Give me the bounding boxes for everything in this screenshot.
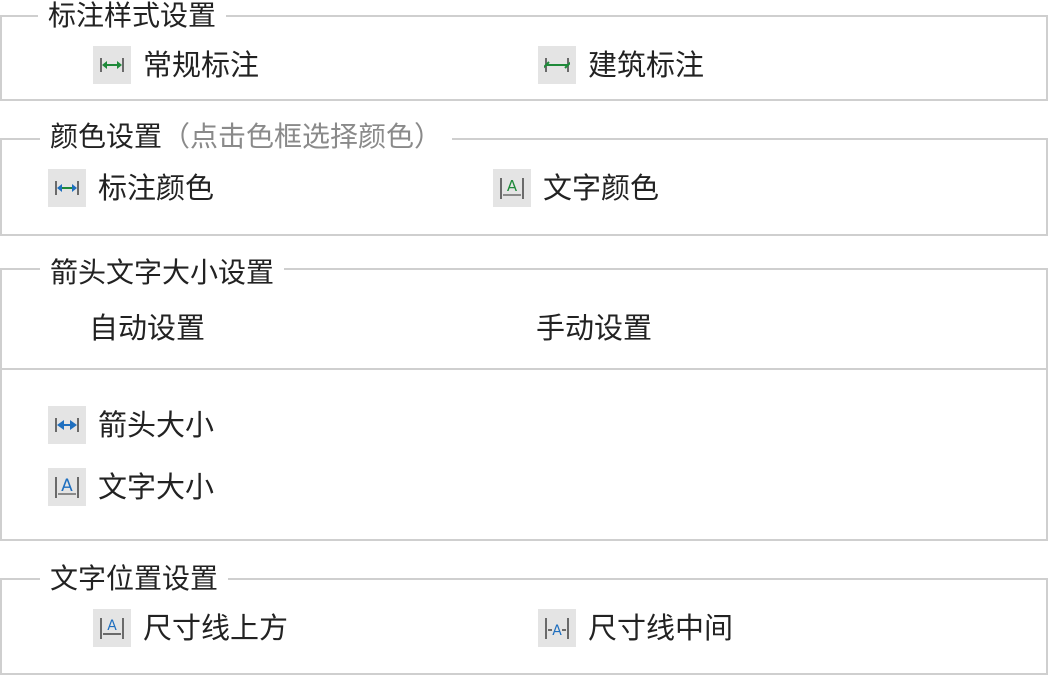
regular-dimension-label: 常规标注 <box>143 48 260 82</box>
text-middle-line-icon: A <box>538 609 576 647</box>
size-divider <box>0 368 1046 370</box>
text-size-icon: A <box>48 468 86 506</box>
svg-text:A: A <box>552 623 562 639</box>
dimension-color-option[interactable]: 标注颜色 <box>48 168 214 208</box>
text-position-title: 文字位置设置 <box>40 563 229 595</box>
arrow-size-option[interactable]: 箭头大小 <box>48 405 214 445</box>
text-above-line-label: 尺寸线上方 <box>143 611 289 645</box>
regular-dimension-icon <box>93 46 131 84</box>
manual-setting-option[interactable]: 手动设置 <box>536 309 652 347</box>
svg-text:A: A <box>507 177 518 195</box>
text-color-option[interactable]: A 文字颜色 <box>493 168 659 208</box>
color-title: 颜色设置（点击色框选择颜色） <box>40 120 453 153</box>
color-hint: （点击色框选择颜色） <box>162 120 443 153</box>
dimension-style-title: 标注样式设置 <box>38 0 227 32</box>
text-middle-line-option[interactable]: A 尺寸线中间 <box>538 608 733 648</box>
regular-dimension-option[interactable]: 常规标注 <box>93 45 259 85</box>
text-middle-line-label: 尺寸线中间 <box>588 611 734 645</box>
dimension-color-icon[interactable] <box>48 169 86 207</box>
text-above-line-option[interactable]: A 尺寸线上方 <box>93 608 288 648</box>
architectural-dimension-option[interactable]: 建筑标注 <box>538 45 704 85</box>
arrow-size-label: 箭头大小 <box>98 408 215 442</box>
text-size-label: 文字大小 <box>98 470 215 504</box>
dimension-color-label: 标注颜色 <box>98 171 215 205</box>
svg-text:A: A <box>61 476 73 496</box>
architectural-dimension-icon <box>538 46 576 84</box>
size-title: 箭头文字大小设置 <box>40 257 285 289</box>
arrow-size-icon <box>48 406 86 444</box>
text-color-icon[interactable]: A <box>493 169 531 207</box>
text-size-option[interactable]: A 文字大小 <box>48 467 214 507</box>
architectural-dimension-label: 建筑标注 <box>588 48 705 82</box>
svg-text:A: A <box>107 618 117 634</box>
text-above-line-icon: A <box>93 609 131 647</box>
auto-setting-option[interactable]: 自动设置 <box>89 309 205 347</box>
text-color-label: 文字颜色 <box>543 171 660 205</box>
